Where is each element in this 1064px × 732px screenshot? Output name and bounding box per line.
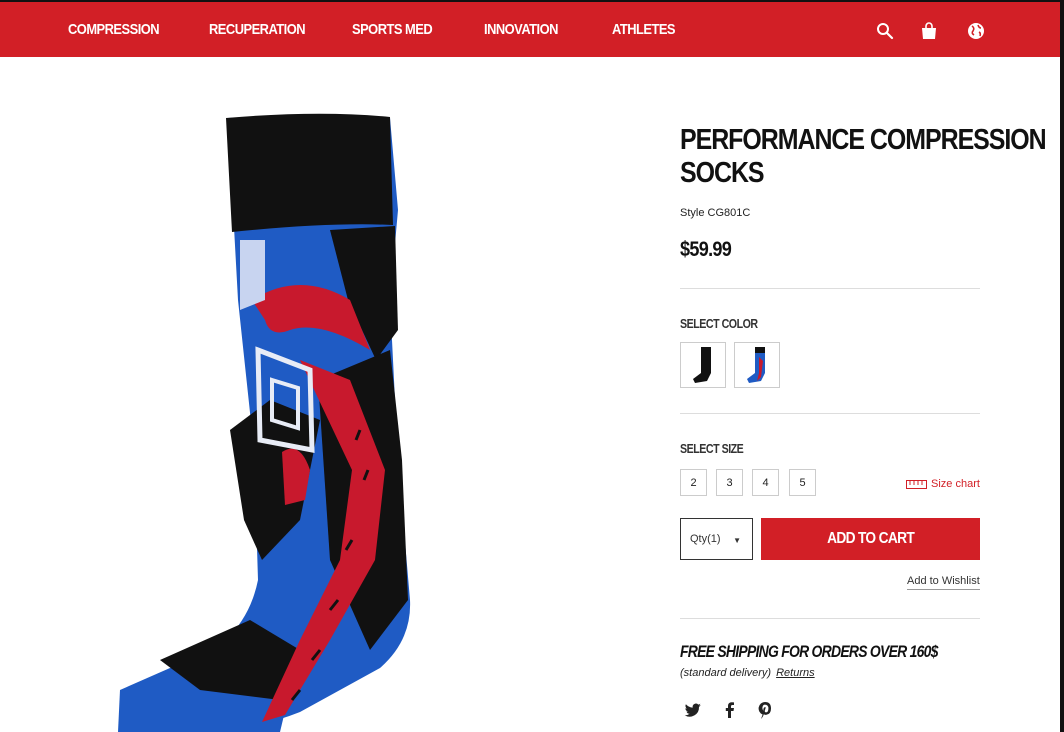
size-option-2[interactable]: 2 xyxy=(680,469,707,496)
shopping-bag-icon[interactable] xyxy=(918,20,940,42)
size-chart-label: Size chart xyxy=(931,478,980,490)
twitter-icon[interactable] xyxy=(683,700,703,720)
divider xyxy=(680,288,980,289)
dropdown-caret-icon: ▼ xyxy=(733,536,741,545)
facebook-icon[interactable] xyxy=(720,700,740,720)
product-title-line-2: SOCKS xyxy=(680,157,765,189)
divider xyxy=(680,413,980,414)
blue-red-sock-thumbnail xyxy=(747,347,765,383)
nav-item-recuperation[interactable]: RECUPERATION xyxy=(209,21,306,38)
size-option-3[interactable]: 3 xyxy=(716,469,743,496)
size-option-5[interactable]: 5 xyxy=(789,469,816,496)
product-price: $59.99 xyxy=(680,238,732,261)
color-swatch-blue-red[interactable] xyxy=(734,342,780,388)
delivery-note: (standard delivery) Returns xyxy=(680,667,815,679)
nav-item-sports-med[interactable]: SPORTS MED xyxy=(352,21,433,38)
select-size-label: SELECT SIZE xyxy=(680,441,744,456)
free-shipping-banner: FREE SHIPPING FOR ORDERS OVER 160$ xyxy=(680,642,938,661)
quantity-value: Qty(1) xyxy=(690,533,721,545)
add-to-wishlist-link[interactable]: Add to Wishlist xyxy=(907,575,980,590)
product-title-line-1: PERFORMANCE COMPRESSION xyxy=(680,124,1047,156)
ruler-icon xyxy=(906,479,927,489)
window-edge xyxy=(1060,0,1064,732)
nav-item-athletes[interactable]: ATHLETES xyxy=(612,21,676,38)
product-title: PERFORMANCE COMPRESSION SOCKS xyxy=(680,124,1047,190)
size-option-4[interactable]: 4 xyxy=(752,469,779,496)
pinterest-icon[interactable] xyxy=(755,700,775,720)
add-to-cart-label: ADD TO CART xyxy=(827,530,915,547)
standard-delivery-text: (standard delivery) xyxy=(680,667,772,679)
product-style-code: Style CG801C xyxy=(680,207,751,219)
black-sock-thumbnail xyxy=(693,347,711,383)
add-to-cart-button[interactable]: ADD TO CART xyxy=(761,518,980,560)
search-icon[interactable] xyxy=(874,20,896,42)
top-navigation-bar: COMPRESSION RECUPERATION SPORTS MED INNO… xyxy=(0,2,1060,57)
product-image xyxy=(0,57,620,732)
color-swatch-black[interactable] xyxy=(680,342,726,388)
select-color-label: SELECT COLOR xyxy=(680,316,758,331)
returns-link[interactable]: Returns xyxy=(776,667,815,679)
compression-sock-image xyxy=(118,113,411,732)
quantity-select[interactable]: Qty(1) ▼ xyxy=(680,518,753,560)
size-chart-link[interactable]: Size chart xyxy=(906,478,980,490)
divider xyxy=(680,618,980,619)
nav-item-compression[interactable]: COMPRESSION xyxy=(68,21,160,38)
nav-item-innovation[interactable]: INNOVATION xyxy=(484,21,558,38)
globe-icon[interactable] xyxy=(965,20,987,42)
